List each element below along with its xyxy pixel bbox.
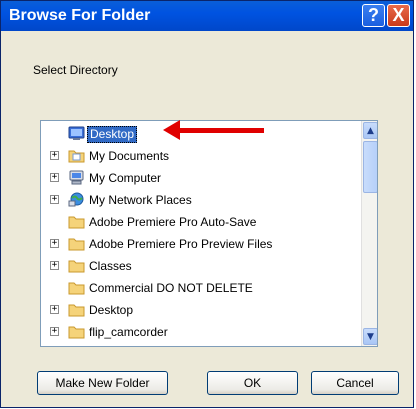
tree-item-adobe-auto-save[interactable]: Adobe Premiere Pro Auto-Save (41, 211, 361, 233)
tree-item-desktop-root[interactable]: Desktop (41, 123, 361, 145)
expand-toggle[interactable]: + (50, 239, 59, 248)
folder-icon (68, 282, 85, 295)
folder-icon (68, 216, 85, 229)
tree-item-my-computer[interactable]: + My Computer (41, 167, 361, 189)
tree-item-label: My Computer (89, 171, 162, 185)
expand-toggle[interactable]: + (50, 173, 59, 182)
expand-toggle[interactable]: + (50, 261, 59, 270)
ok-button[interactable]: OK (207, 371, 298, 395)
desktop-icon (68, 126, 85, 140)
button-label: Make New Folder (55, 376, 150, 390)
folder-icon (68, 326, 85, 339)
tree-item-label: Classes (89, 259, 132, 273)
scroll-up-button[interactable]: ▲ (363, 122, 377, 139)
button-label: OK (243, 376, 262, 390)
cancel-button[interactable]: Cancel (311, 371, 399, 395)
tree-item-partial (41, 343, 361, 347)
folder-icon (68, 238, 85, 251)
tree-item-desktop-folder[interactable]: + Desktop (41, 299, 361, 321)
folder-tree[interactable]: Desktop + My Documents + My Computer + M… (40, 120, 378, 347)
chevron-down-icon: ▼ (367, 331, 374, 342)
prompt-label: Select Directory (33, 63, 118, 77)
tree-item-label: Commercial DO NOT DELETE (89, 281, 253, 295)
expand-toggle[interactable]: + (50, 305, 59, 314)
tree-item-adobe-preview-files[interactable]: + Adobe Premiere Pro Preview Files (41, 233, 361, 255)
folder-icon (68, 346, 85, 347)
chevron-up-icon: ▲ (367, 125, 374, 136)
button-label: Cancel (336, 376, 374, 390)
help-icon: ? (368, 5, 379, 25)
vertical-scrollbar[interactable]: ▲ ▼ (361, 121, 377, 346)
tree-item-commercial[interactable]: Commercial DO NOT DELETE (41, 277, 361, 299)
close-button[interactable]: X (387, 4, 410, 27)
tree-item-label: Adobe Premiere Pro Preview Files (89, 237, 273, 251)
tree-item-my-network-places[interactable]: + My Network Places (41, 189, 361, 211)
folder-icon (68, 304, 85, 317)
close-icon: X (392, 5, 405, 25)
make-new-folder-button[interactable]: Make New Folder (37, 371, 168, 395)
network-places-icon (68, 192, 84, 207)
tree-item-flip-camcorder[interactable]: + flip_camcorder (41, 321, 361, 343)
tree-item-label: My Documents (89, 149, 170, 163)
documents-folder-icon (68, 150, 85, 163)
red-arrow-head (163, 120, 180, 140)
scroll-thumb[interactable] (363, 141, 377, 193)
tree-item-label: flip_camcorder (89, 325, 168, 339)
tree-item-classes[interactable]: + Classes (41, 255, 361, 277)
scroll-down-button[interactable]: ▼ (363, 328, 377, 345)
folder-icon (68, 260, 85, 273)
red-arrow-shaft (179, 128, 264, 133)
dialog-title: Browse For Folder (9, 7, 151, 24)
expand-toggle[interactable]: + (50, 151, 59, 160)
tree-item-my-documents[interactable]: + My Documents (41, 145, 361, 167)
computer-icon (69, 170, 84, 185)
tree-item-label: Desktop (87, 126, 138, 143)
title-bar[interactable]: Browse For Folder ? X (1, 1, 413, 31)
tree-item-label: Adobe Premiere Pro Auto-Save (89, 215, 257, 229)
expand-toggle[interactable]: + (50, 195, 59, 204)
browse-folder-dialog: Browse For Folder ? X Select Directory D… (0, 0, 414, 408)
tree-item-label: Desktop (89, 303, 134, 317)
expand-toggle[interactable]: + (50, 327, 59, 336)
tree-item-label: My Network Places (89, 193, 192, 207)
help-button[interactable]: ? (362, 4, 385, 27)
